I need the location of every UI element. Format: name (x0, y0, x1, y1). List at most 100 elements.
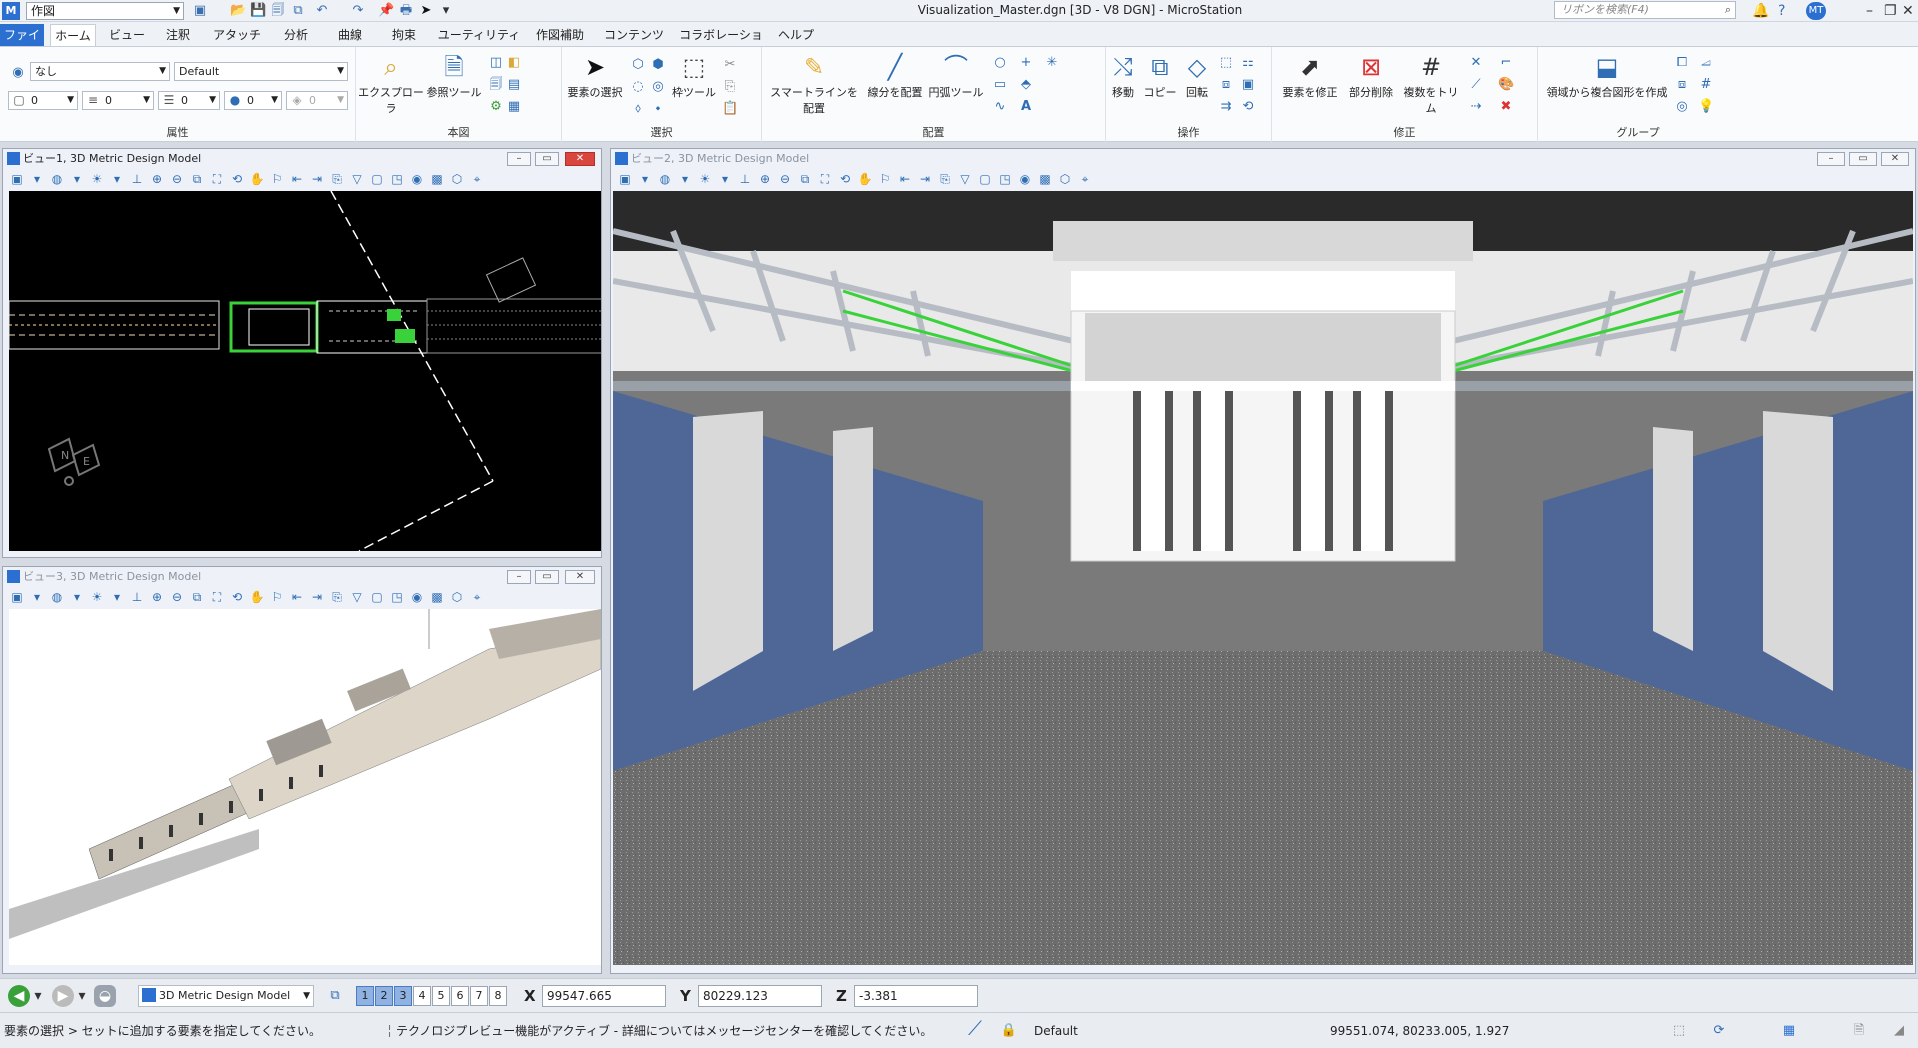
view-3-window[interactable]: ビュー3, 3D Metric Design Model – ▭ ✕ ▣ ▾ ◍ ▾ ☀… (2, 566, 602, 974)
close-window-icon[interactable]: ✕ (1902, 2, 1914, 20)
properties-icon[interactable]: ▤ (506, 77, 522, 93)
trim-multiple-button[interactable]: # 複数をトリム (1400, 53, 1462, 116)
rotate-button[interactable]: ◇ 回転 (1180, 53, 1214, 100)
fence-tools-button[interactable]: ⬚ 枠ツール (672, 53, 716, 100)
arc-tools-button[interactable]: ⌒ 円弧ツール (928, 53, 984, 100)
view-6-toggle[interactable]: 6 (451, 986, 469, 1006)
active-level[interactable]: Default (1034, 1023, 1078, 1039)
rotate-view-icon[interactable]: ⟲ (229, 171, 245, 187)
clip-volume-icon[interactable]: ⊥ (737, 171, 753, 187)
view-previous-icon[interactable]: ⇤ (289, 589, 305, 605)
lock-icon[interactable]: 🔒 (1000, 1022, 1018, 1040)
partial-delete-button[interactable]: ⊠ 部分削除 (1344, 53, 1398, 100)
redo-icon[interactable]: ↷ (350, 3, 366, 19)
lighting-icon[interactable]: ☀ (89, 589, 105, 605)
apply-style-icon[interactable]: ▩ (429, 171, 445, 187)
copy-view-icon[interactable]: ⎘ (937, 171, 953, 187)
color-select[interactable]: ▢ 0 ▼ (8, 91, 78, 110)
apply-style-icon[interactable]: ▩ (429, 589, 445, 605)
x-coordinate-field[interactable]: 99547.665 (542, 985, 666, 1007)
move-button[interactable]: ⤭ 移動 (1106, 53, 1140, 100)
ungroup-icon[interactable]: ⧡ (1698, 55, 1714, 71)
view-section-icon[interactable]: ▽ (957, 171, 973, 187)
model-select[interactable]: 3D Metric Design Model ▼ (138, 985, 314, 1007)
zoom-out-icon[interactable]: ⊖ (169, 589, 185, 605)
lighting-icon[interactable]: ☀ (697, 171, 713, 187)
grid-status-icon[interactable]: ▦ (1780, 1022, 1798, 1040)
tab-utilities[interactable]: ユーティリティ (436, 24, 522, 46)
microstation-logo-icon[interactable]: M (2, 2, 20, 20)
view-8-toggle[interactable]: 8 (489, 986, 507, 1006)
chevron-down-icon[interactable]: ▾ (717, 171, 733, 187)
zoom-out-icon[interactable]: ⊖ (777, 171, 793, 187)
spin-icon[interactable]: ⟲ (1240, 99, 1256, 115)
fit-view-icon[interactable]: ⛶ (817, 171, 833, 187)
fillet-icon[interactable]: ⌐ (1498, 55, 1514, 71)
undo-icon[interactable]: ↶ (314, 3, 330, 19)
camera-icon[interactable]: ◉ (409, 171, 425, 187)
selection-set-icon[interactable]: ⬩ (650, 101, 666, 117)
place-line-button[interactable]: ╱ 線分を配置 (866, 53, 924, 100)
view-3-maximize-button[interactable]: ▭ (535, 570, 559, 584)
forward-arrow-icon[interactable]: ▶ (52, 985, 74, 1007)
paste-icon[interactable]: 📋 (722, 101, 738, 117)
circle-icon[interactable]: ○ (992, 55, 1008, 71)
view-3-close-button[interactable]: ✕ (565, 570, 595, 584)
camera-icon[interactable]: ◉ (409, 589, 425, 605)
view-3-toggle[interactable]: 3 (394, 986, 412, 1006)
view-1-canvas[interactable]: N E (9, 191, 601, 551)
tab-drawing-aids[interactable]: 作図補助 (530, 24, 590, 46)
chevron-down-icon[interactable]: ▾ (677, 171, 693, 187)
reference-tools-button[interactable]: 🗎 参照ツール (426, 53, 482, 100)
lock-group-icon[interactable]: ◎ (1674, 99, 1690, 115)
chevron-down-icon[interactable]: ▾ (76, 985, 88, 1007)
grid-icon[interactable]: # (1698, 77, 1714, 93)
view-display-icon[interactable]: ▢ (369, 171, 385, 187)
view-2-close-button[interactable]: ✕ (1881, 152, 1909, 166)
view-2-minimize-button[interactable]: – (1817, 152, 1845, 166)
view-3-minimize-button[interactable]: – (507, 570, 531, 584)
view-display-icon[interactable]: ▢ (977, 171, 993, 187)
weight-select[interactable]: ☰ 0 ▼ (158, 91, 220, 110)
customize-icon[interactable]: ▾ (438, 3, 454, 19)
delete-icon[interactable]: ✖ (1498, 99, 1514, 115)
view-1-minimize-button[interactable]: – (507, 152, 531, 166)
view-attributes-icon[interactable]: ▣ (9, 589, 25, 605)
array-icon[interactable]: ⚏ (1240, 55, 1256, 71)
apply-style-icon[interactable]: ▩ (1037, 171, 1053, 187)
view-7-toggle[interactable]: 7 (470, 986, 488, 1006)
z-coordinate-field[interactable]: -3.381 (854, 985, 978, 1007)
ribbon-search-input[interactable]: リボンを検索(F4) ⌕ (1554, 1, 1736, 19)
cell-icon[interactable]: ✳ (1044, 55, 1060, 71)
view-section-icon[interactable]: ▽ (349, 589, 365, 605)
references-icon[interactable]: 🗐 (488, 77, 504, 93)
view-attributes-icon[interactable]: ▣ (617, 171, 633, 187)
scale-icon[interactable]: ⬚ (1218, 55, 1234, 71)
camera-icon[interactable]: ◉ (1017, 171, 1033, 187)
chevron-down-icon[interactable]: ▾ (637, 171, 653, 187)
view-attributes-icon[interactable]: ▣ (9, 171, 25, 187)
group-icon[interactable]: ⧠ (1674, 55, 1690, 71)
transparency-select[interactable]: ● 0 ▼ (224, 91, 282, 110)
chevron-down-icon[interactable]: ▾ (69, 589, 85, 605)
pan-view-icon[interactable]: ✋ (857, 171, 873, 187)
accudraw-icon[interactable]: ⟋ (960, 1018, 990, 1043)
open-folder-icon[interactable]: 📂 (230, 3, 246, 19)
cube-view-icon[interactable]: ⬡ (1057, 171, 1073, 187)
mirror-icon[interactable]: ⧈ (1218, 77, 1234, 93)
workflow-select[interactable]: 作図 ▼ (26, 2, 184, 20)
back-arrow-icon[interactable]: ◀ (8, 985, 30, 1007)
intersect-icon[interactable]: ✕ (1468, 55, 1484, 71)
tab-attach[interactable]: アタッチ (212, 24, 262, 46)
view-2-canvas[interactable] (613, 191, 1913, 965)
tab-curves[interactable]: 曲線 (330, 24, 370, 46)
tab-file[interactable]: ファイル (0, 24, 44, 64)
view-previous-icon[interactable]: ⇤ (289, 171, 305, 187)
level-display-icon[interactable]: ◉ (10, 65, 26, 81)
clip-volume-icon[interactable]: ⊥ (129, 171, 145, 187)
rectangle-icon[interactable]: ▭ (992, 77, 1008, 93)
cube-view-icon[interactable]: ⬡ (449, 171, 465, 187)
view-2-toggle[interactable]: 2 (375, 986, 393, 1006)
text-icon[interactable]: A (1018, 99, 1034, 115)
window-area-icon[interactable]: ⧉ (189, 589, 205, 605)
